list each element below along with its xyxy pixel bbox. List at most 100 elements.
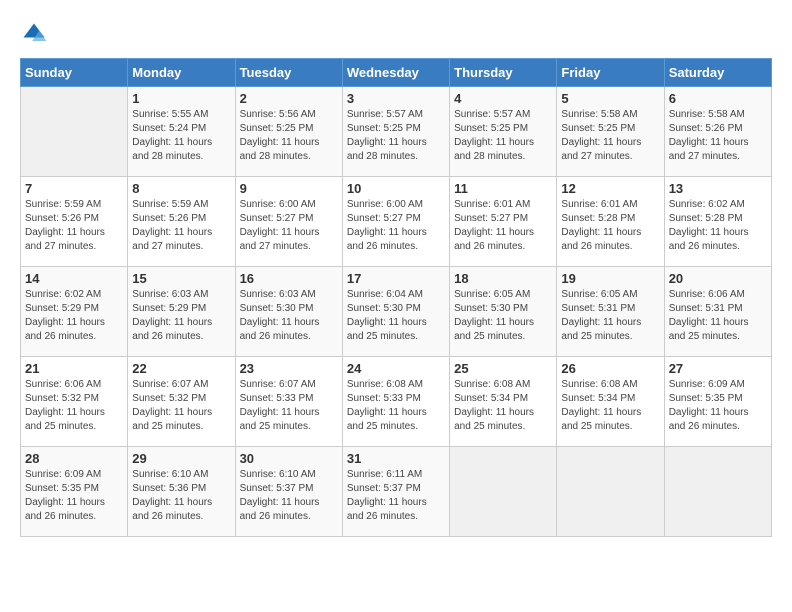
cell-info: Sunrise: 6:00 AM Sunset: 5:27 PM Dayligh… xyxy=(347,198,445,254)
day-number: 3 xyxy=(347,91,445,106)
day-number: 6 xyxy=(669,91,767,106)
sunset-text: Sunset: 5:26 PM xyxy=(132,213,206,224)
calendar-cell: 9 Sunrise: 6:00 AM Sunset: 5:27 PM Dayli… xyxy=(235,177,342,267)
sunrise-text: Sunrise: 5:57 AM xyxy=(347,109,423,120)
sunrise-text: Sunrise: 6:01 AM xyxy=(454,199,530,210)
sunset-text: Sunset: 5:26 PM xyxy=(25,213,99,224)
sunset-text: Sunset: 5:33 PM xyxy=(240,393,314,404)
calendar-cell: 19 Sunrise: 6:05 AM Sunset: 5:31 PM Dayl… xyxy=(557,267,664,357)
sunrise-text: Sunrise: 5:56 AM xyxy=(240,109,316,120)
cell-info: Sunrise: 6:09 AM Sunset: 5:35 PM Dayligh… xyxy=(669,378,767,434)
sunset-text: Sunset: 5:25 PM xyxy=(240,123,314,134)
weekday-header: Saturday xyxy=(664,59,771,87)
calendar-cell: 21 Sunrise: 6:06 AM Sunset: 5:32 PM Dayl… xyxy=(21,357,128,447)
day-number: 17 xyxy=(347,271,445,286)
sunset-text: Sunset: 5:34 PM xyxy=(561,393,635,404)
calendar-cell: 20 Sunrise: 6:06 AM Sunset: 5:31 PM Dayl… xyxy=(664,267,771,357)
logo xyxy=(20,20,52,48)
day-number: 12 xyxy=(561,181,659,196)
cell-info: Sunrise: 6:07 AM Sunset: 5:32 PM Dayligh… xyxy=(132,378,230,434)
calendar-cell: 3 Sunrise: 5:57 AM Sunset: 5:25 PM Dayli… xyxy=(342,87,449,177)
sunrise-text: Sunrise: 6:10 AM xyxy=(132,469,208,480)
cell-info: Sunrise: 5:58 AM Sunset: 5:26 PM Dayligh… xyxy=(669,108,767,164)
sunrise-text: Sunrise: 6:01 AM xyxy=(561,199,637,210)
daylight-text: Daylight: 11 hours and 26 minutes. xyxy=(240,497,320,522)
daylight-text: Daylight: 11 hours and 28 minutes. xyxy=(132,137,212,162)
sunset-text: Sunset: 5:24 PM xyxy=(132,123,206,134)
calendar-cell xyxy=(557,447,664,537)
calendar-cell: 23 Sunrise: 6:07 AM Sunset: 5:33 PM Dayl… xyxy=(235,357,342,447)
calendar-cell: 5 Sunrise: 5:58 AM Sunset: 5:25 PM Dayli… xyxy=(557,87,664,177)
calendar-week-row: 1 Sunrise: 5:55 AM Sunset: 5:24 PM Dayli… xyxy=(21,87,772,177)
cell-info: Sunrise: 6:05 AM Sunset: 5:31 PM Dayligh… xyxy=(561,288,659,344)
day-number: 27 xyxy=(669,361,767,376)
sunset-text: Sunset: 5:33 PM xyxy=(347,393,421,404)
calendar-cell: 14 Sunrise: 6:02 AM Sunset: 5:29 PM Dayl… xyxy=(21,267,128,357)
daylight-text: Daylight: 11 hours and 27 minutes. xyxy=(25,227,105,252)
sunset-text: Sunset: 5:29 PM xyxy=(25,303,99,314)
calendar-week-row: 7 Sunrise: 5:59 AM Sunset: 5:26 PM Dayli… xyxy=(21,177,772,267)
sunrise-text: Sunrise: 6:03 AM xyxy=(240,289,316,300)
daylight-text: Daylight: 11 hours and 25 minutes. xyxy=(347,407,427,432)
day-number: 1 xyxy=(132,91,230,106)
weekday-header: Tuesday xyxy=(235,59,342,87)
day-number: 4 xyxy=(454,91,552,106)
sunrise-text: Sunrise: 6:00 AM xyxy=(240,199,316,210)
daylight-text: Daylight: 11 hours and 26 minutes. xyxy=(25,497,105,522)
daylight-text: Daylight: 11 hours and 27 minutes. xyxy=(132,227,212,252)
sunset-text: Sunset: 5:32 PM xyxy=(132,393,206,404)
page-header xyxy=(20,20,772,48)
daylight-text: Daylight: 11 hours and 26 minutes. xyxy=(669,407,749,432)
calendar-cell: 26 Sunrise: 6:08 AM Sunset: 5:34 PM Dayl… xyxy=(557,357,664,447)
sunset-text: Sunset: 5:32 PM xyxy=(25,393,99,404)
calendar-cell: 12 Sunrise: 6:01 AM Sunset: 5:28 PM Dayl… xyxy=(557,177,664,267)
sunrise-text: Sunrise: 5:58 AM xyxy=(669,109,745,120)
day-number: 9 xyxy=(240,181,338,196)
day-number: 15 xyxy=(132,271,230,286)
calendar-week-row: 21 Sunrise: 6:06 AM Sunset: 5:32 PM Dayl… xyxy=(21,357,772,447)
cell-info: Sunrise: 6:01 AM Sunset: 5:27 PM Dayligh… xyxy=(454,198,552,254)
calendar-header: SundayMondayTuesdayWednesdayThursdayFrid… xyxy=(21,59,772,87)
calendar-week-row: 28 Sunrise: 6:09 AM Sunset: 5:35 PM Dayl… xyxy=(21,447,772,537)
calendar-cell xyxy=(664,447,771,537)
daylight-text: Daylight: 11 hours and 25 minutes. xyxy=(132,407,212,432)
calendar-table: SundayMondayTuesdayWednesdayThursdayFrid… xyxy=(20,58,772,537)
daylight-text: Daylight: 11 hours and 26 minutes. xyxy=(132,317,212,342)
daylight-text: Daylight: 11 hours and 27 minutes. xyxy=(669,137,749,162)
calendar-cell: 31 Sunrise: 6:11 AM Sunset: 5:37 PM Dayl… xyxy=(342,447,449,537)
daylight-text: Daylight: 11 hours and 25 minutes. xyxy=(454,407,534,432)
sunset-text: Sunset: 5:30 PM xyxy=(240,303,314,314)
calendar-cell xyxy=(450,447,557,537)
cell-info: Sunrise: 5:58 AM Sunset: 5:25 PM Dayligh… xyxy=(561,108,659,164)
sunrise-text: Sunrise: 6:05 AM xyxy=(454,289,530,300)
sunrise-text: Sunrise: 6:09 AM xyxy=(669,379,745,390)
day-number: 20 xyxy=(669,271,767,286)
day-number: 2 xyxy=(240,91,338,106)
sunrise-text: Sunrise: 6:05 AM xyxy=(561,289,637,300)
sunrise-text: Sunrise: 6:09 AM xyxy=(25,469,101,480)
sunset-text: Sunset: 5:35 PM xyxy=(669,393,743,404)
sunrise-text: Sunrise: 5:58 AM xyxy=(561,109,637,120)
sunset-text: Sunset: 5:34 PM xyxy=(454,393,528,404)
sunset-text: Sunset: 5:36 PM xyxy=(132,483,206,494)
sunrise-text: Sunrise: 6:07 AM xyxy=(240,379,316,390)
daylight-text: Daylight: 11 hours and 28 minutes. xyxy=(454,137,534,162)
sunrise-text: Sunrise: 6:06 AM xyxy=(25,379,101,390)
daylight-text: Daylight: 11 hours and 25 minutes. xyxy=(561,407,641,432)
day-number: 23 xyxy=(240,361,338,376)
daylight-text: Daylight: 11 hours and 25 minutes. xyxy=(561,317,641,342)
sunrise-text: Sunrise: 6:02 AM xyxy=(669,199,745,210)
day-number: 28 xyxy=(25,451,123,466)
sunset-text: Sunset: 5:37 PM xyxy=(347,483,421,494)
daylight-text: Daylight: 11 hours and 26 minutes. xyxy=(25,317,105,342)
calendar-cell: 7 Sunrise: 5:59 AM Sunset: 5:26 PM Dayli… xyxy=(21,177,128,267)
day-number: 16 xyxy=(240,271,338,286)
sunrise-text: Sunrise: 6:08 AM xyxy=(347,379,423,390)
calendar-cell: 30 Sunrise: 6:10 AM Sunset: 5:37 PM Dayl… xyxy=(235,447,342,537)
weekday-header: Friday xyxy=(557,59,664,87)
cell-info: Sunrise: 6:03 AM Sunset: 5:30 PM Dayligh… xyxy=(240,288,338,344)
cell-info: Sunrise: 5:59 AM Sunset: 5:26 PM Dayligh… xyxy=(25,198,123,254)
cell-info: Sunrise: 5:57 AM Sunset: 5:25 PM Dayligh… xyxy=(347,108,445,164)
sunset-text: Sunset: 5:26 PM xyxy=(669,123,743,134)
day-number: 13 xyxy=(669,181,767,196)
